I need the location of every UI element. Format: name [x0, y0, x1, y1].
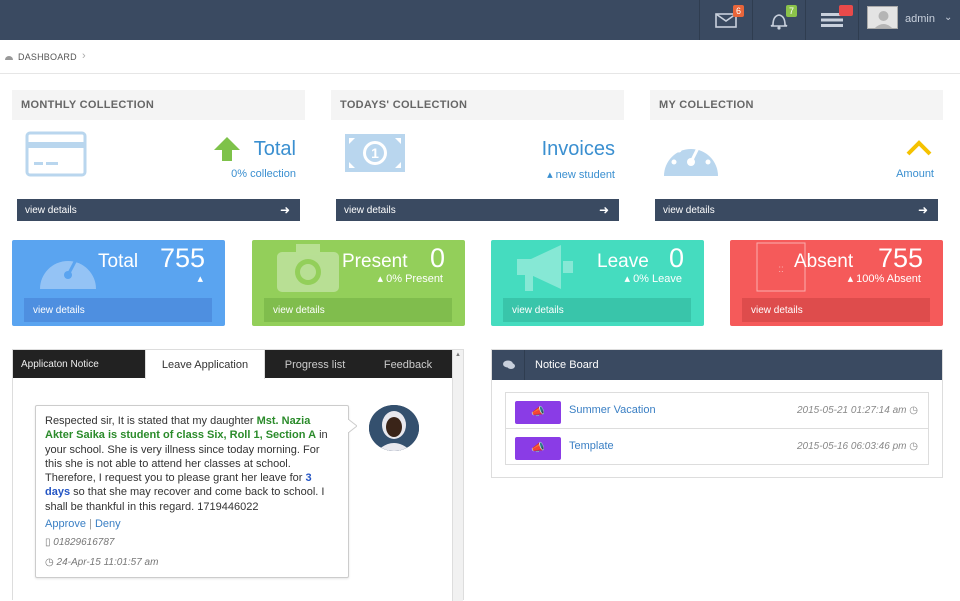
user-avatar: [867, 6, 898, 29]
todays-collection-card: TODAYS' COLLECTION 1 Invoices ▴ new stud…: [331, 90, 624, 222]
list-item[interactable]: 📣 Summer Vacation 2015-05-21 01:27:14 am…: [506, 393, 928, 429]
money-bill-icon: 1: [345, 134, 405, 172]
application-panel: Applicaton Notice Leave Application Prog…: [12, 349, 464, 601]
student-avatar: [369, 405, 419, 451]
tasks-button[interactable]: [805, 0, 858, 40]
chevron-up-icon: [906, 140, 932, 156]
view-details-link[interactable]: view details: [503, 298, 691, 322]
my-collection-card: MY COLLECTION Amount view details ➜: [650, 90, 943, 222]
monthly-collection-card: MONTHLY COLLECTION Total 0% collection v…: [12, 90, 305, 222]
dashboard-icon: [5, 56, 13, 60]
stat-leave-tile: Leave 0 ▴ 0% Leave view details: [491, 240, 704, 326]
breadcrumb-dashboard-link[interactable]: DASHBOARD: [18, 52, 77, 62]
stat-value: 0: [429, 243, 445, 273]
notice-date: 2015-05-21 01:27:14 am ◷: [796, 405, 918, 416]
top-navbar: 6 7 admin ⌄: [0, 0, 960, 40]
bullhorn-icon: [517, 245, 573, 291]
card-heading: MONTHLY COLLECTION: [12, 90, 305, 120]
stat-label: Present: [342, 251, 408, 272]
stat-value: 0: [668, 243, 684, 273]
tab-progress-list[interactable]: Progress list: [265, 350, 365, 378]
view-details-link[interactable]: view details ➜: [336, 199, 619, 221]
scroll-up-icon: ▲: [455, 352, 461, 358]
notice-list: 📣 Summer Vacation 2015-05-21 01:27:14 am…: [505, 392, 929, 465]
action-links: Approve | Deny: [45, 518, 121, 531]
notice-board-title: Notice Board: [535, 359, 599, 371]
caret-up-icon: ▴: [547, 169, 556, 181]
view-details-link[interactable]: view details ➜: [17, 199, 300, 221]
mobile-icon: ▯: [45, 537, 51, 549]
application-tabs: Applicaton Notice Leave Application Prog…: [13, 350, 463, 379]
view-details-link[interactable]: view details: [264, 298, 452, 322]
card-subtitle: ▴ new student: [547, 169, 615, 181]
arrow-right-icon: ➜: [279, 203, 290, 217]
leave-application-message: Respected sir, It is stated that my daug…: [35, 405, 357, 578]
arrow-right-icon: ➜: [917, 203, 928, 217]
tasks-badge: [839, 5, 853, 16]
stat-label: Leave: [597, 251, 649, 272]
notice-board-panel: Notice Board 📣 Summer Vacation 2015-05-2…: [491, 349, 943, 478]
tab-feedback[interactable]: Feedback: [365, 350, 451, 378]
stat-value: 755: [877, 243, 923, 273]
comments-icon: [503, 360, 515, 369]
stat-label: Total: [98, 251, 139, 272]
speech-pointer: [348, 419, 357, 433]
notice-title-link[interactable]: Summer Vacation: [569, 404, 656, 416]
dashboard-gauge-icon: [664, 141, 718, 176]
phone-number: ▯ 01829616787: [45, 537, 115, 549]
view-details-link[interactable]: view details: [742, 298, 930, 322]
messages-button[interactable]: 6: [699, 0, 752, 40]
tab-application-notice[interactable]: Applicaton Notice: [13, 350, 145, 378]
message-body: Respected sir, It is stated that my daug…: [45, 415, 328, 513]
user-menu[interactable]: admin ⌄: [858, 0, 960, 40]
timestamp: ◷ 24-Apr-15 11:01:57 am: [45, 556, 159, 568]
breadcrumb: DASHBOARD ›: [0, 40, 960, 74]
arrow-right-icon: ➜: [598, 203, 609, 217]
stat-present-tile: Present 0 ▴ 0% Present view details: [252, 240, 465, 326]
view-details-link[interactable]: view details ➜: [655, 199, 938, 221]
notice-date: 2015-05-16 06:03:46 pm ◷: [796, 441, 918, 452]
arrow-up-icon: [214, 137, 240, 161]
card-title: Total: [253, 138, 296, 160]
card-subtitle: Amount: [896, 168, 934, 180]
list-item[interactable]: 📣 Template 2015-05-16 06:03:46 pm ◷: [506, 429, 928, 465]
card-heading: TODAYS' COLLECTION: [331, 90, 624, 120]
messages-badge: 6: [733, 5, 745, 17]
panel-scrollbar[interactable]: ▲: [452, 350, 463, 601]
notice-title-link[interactable]: Template: [569, 440, 614, 452]
stat-subtitle: ▴ 0% Present: [377, 273, 443, 285]
user-name: admin: [905, 13, 935, 25]
stat-subtitle: ▴: [197, 273, 203, 285]
notice-board-header: Notice Board: [492, 350, 942, 380]
credit-card-icon: [25, 131, 87, 177]
camera-icon: [277, 244, 339, 292]
svg-text:::: ::: [778, 264, 784, 275]
view-details-link[interactable]: view details: [24, 298, 212, 322]
clock-icon: ◷: [909, 441, 918, 452]
chevron-down-icon: ⌄: [944, 12, 953, 23]
bullhorn-icon[interactable]: 📣: [515, 437, 561, 460]
gauge-icon: [40, 255, 96, 289]
stat-absent-tile: :: Absent 755 ▴ 100% Absent view details: [730, 240, 943, 326]
approve-link[interactable]: Approve: [45, 518, 86, 530]
stat-subtitle: ▴ 100% Absent: [847, 273, 921, 285]
bullhorn-icon[interactable]: 📣: [515, 401, 561, 424]
notifications-badge: 7: [786, 5, 798, 17]
chevron-right-icon: ›: [82, 50, 86, 62]
stat-value: 755: [159, 243, 205, 273]
deny-link[interactable]: Deny: [95, 518, 121, 530]
card-title: Invoices: [541, 138, 615, 160]
stat-subtitle: ▴ 0% Leave: [624, 273, 682, 285]
tab-leave-application[interactable]: Leave Application: [145, 350, 265, 379]
notifications-button[interactable]: 7: [752, 0, 805, 40]
card-heading: MY COLLECTION: [650, 90, 943, 120]
clock-icon: ◷: [45, 556, 54, 568]
clock-icon: ◷: [909, 405, 918, 416]
stat-label: Absent: [794, 251, 854, 272]
card-subtitle: 0% collection: [231, 168, 296, 180]
svg-text:1: 1: [371, 145, 379, 161]
stat-total-tile: Total 755 ▴ view details: [12, 240, 225, 326]
